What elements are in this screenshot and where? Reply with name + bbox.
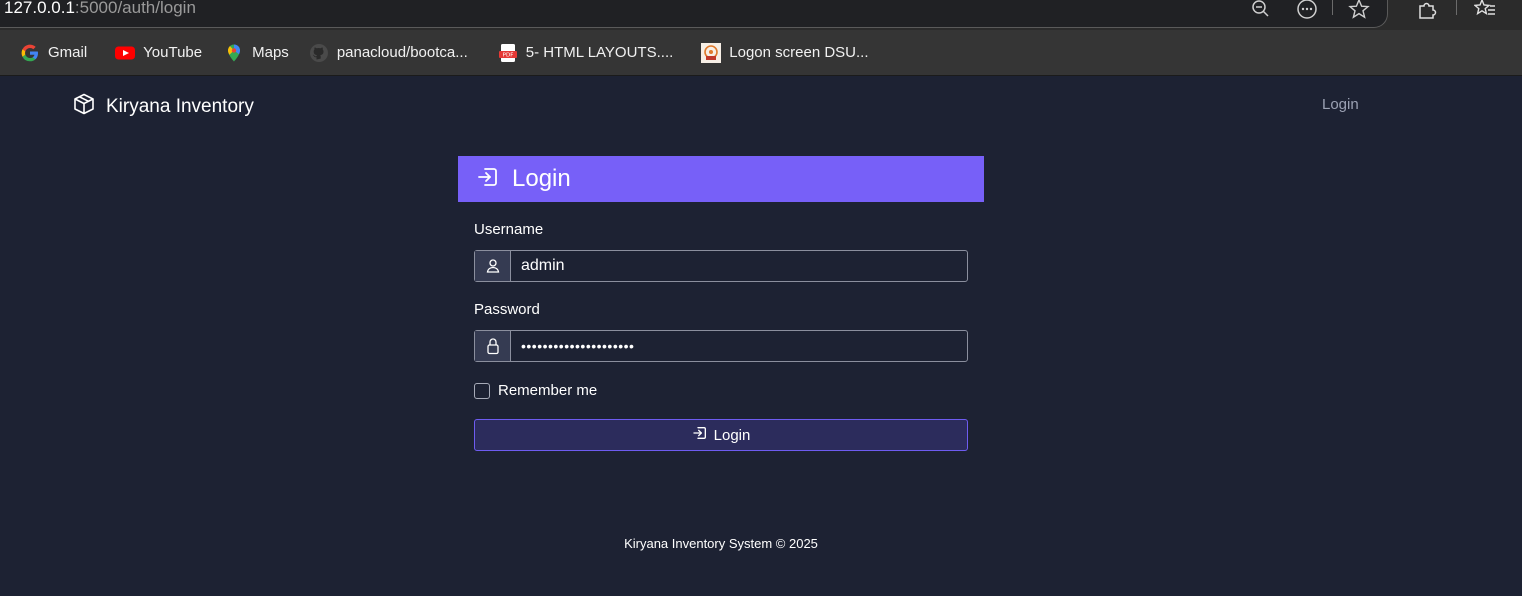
more-options-icon[interactable] (1296, 0, 1318, 20)
browser-toolbar: 127.0.0.1:5000/auth/login (0, 0, 1522, 30)
favorite-star-icon[interactable] (1348, 0, 1370, 20)
address-bar[interactable]: 127.0.0.1:5000/auth/login (0, 0, 1388, 28)
brand-link[interactable]: Kiryana Inventory (72, 92, 254, 121)
login-card-header: Login (458, 156, 984, 202)
toolbar-separator-2 (1456, 0, 1457, 15)
bookmark-github[interactable]: panacloud/bootca... (309, 43, 468, 63)
footer-text: Kiryana Inventory System © 2025 (624, 536, 818, 551)
username-label: Username (474, 221, 544, 238)
app-navbar: Kiryana Inventory Login (0, 77, 1522, 133)
url-text[interactable]: 127.0.0.1:5000/auth/login (4, 0, 196, 18)
github-icon (309, 43, 329, 63)
zoom-out-icon[interactable] (1250, 0, 1272, 20)
maps-icon (224, 43, 244, 63)
bookmark-label: YouTube (143, 44, 203, 61)
box-icon (72, 92, 96, 121)
google-icon (20, 43, 40, 63)
login-enter-icon (692, 425, 708, 445)
login-card-title: Login (512, 165, 571, 192)
toolbar-separator (1332, 0, 1333, 15)
extensions-icon[interactable] (1416, 0, 1438, 20)
bookmark-label: Gmail (48, 44, 88, 61)
bookmark-label: panacloud/bootca... (336, 44, 468, 61)
url-path: :5000/auth/login (74, 0, 196, 17)
bookmark-youtube[interactable]: YouTube (115, 43, 202, 63)
svg-text:PDF: PDF (502, 52, 513, 58)
remember-me-label[interactable]: Remember me (498, 382, 597, 399)
bookmark-maps[interactable]: Maps (224, 43, 289, 63)
youtube-icon (115, 43, 136, 63)
password-input[interactable]: ••••••••••••••••••••• (511, 331, 967, 361)
login-enter-icon (476, 165, 500, 194)
user-icon (475, 251, 511, 281)
brand-title: Kiryana Inventory (106, 95, 254, 117)
username-input[interactable]: admin (511, 251, 967, 281)
url-host: 127.0.0.1 (4, 0, 75, 17)
login-button-label: Login (713, 426, 751, 444)
login-submit-button[interactable]: Login (474, 419, 968, 451)
favorites-list-icon[interactable] (1474, 0, 1496, 20)
pdf-icon: PDF (498, 43, 518, 63)
username-input-group: admin (474, 250, 968, 282)
remember-me-row: Remember me (474, 382, 597, 399)
bookmark-pdf[interactable]: PDF 5- HTML LAYOUTS.... (498, 43, 674, 63)
remember-me-checkbox[interactable] (474, 382, 490, 399)
nav-login-link[interactable]: Login (1322, 96, 1359, 113)
site-icon (701, 42, 722, 63)
password-label: Password (474, 301, 540, 318)
lock-icon (475, 331, 511, 361)
bookmark-label: 5- HTML LAYOUTS.... (525, 44, 674, 61)
password-input-group: ••••••••••••••••••••• (474, 330, 968, 362)
bookmark-label: Logon screen DSU... (729, 44, 869, 61)
bookmarks-bar: Gmail YouTube Maps panacloud/bootca... P… (0, 30, 1522, 76)
bookmark-gmail[interactable]: Gmail (20, 43, 87, 63)
bookmark-label: Maps (252, 44, 289, 61)
bookmark-logon-screen[interactable]: Logon screen DSU... (701, 42, 869, 63)
